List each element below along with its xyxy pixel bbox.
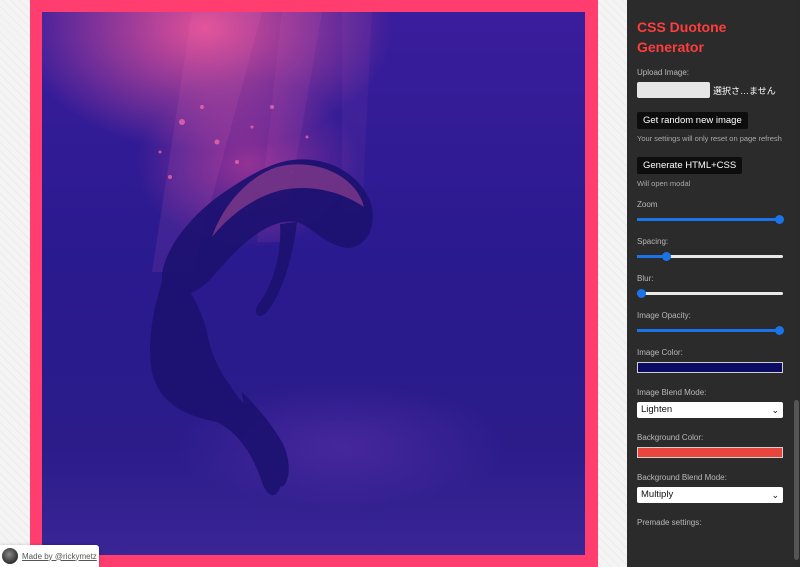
underwater-figure-illustration (150, 12, 373, 496)
image-color-label: Image Color: (637, 348, 683, 357)
settings-panel: CSS Duotone Generator Upload Image: 選択さ…… (627, 0, 793, 567)
generate-html-css-button[interactable]: Generate HTML+CSS (637, 157, 743, 174)
spacing-label: Spacing: (637, 237, 669, 246)
background-blend-value: Multiply (641, 489, 674, 500)
upload-control: 選択さ…ません (637, 82, 783, 98)
slider-handle[interactable] (775, 326, 784, 335)
slider-handle[interactable] (662, 252, 672, 261)
zoom-label: Zoom (637, 200, 658, 209)
chevron-down-icon: ⌄ (771, 405, 779, 415)
slider-fill (637, 329, 783, 332)
duotone-preview-frame (30, 0, 598, 567)
random-image-button[interactable]: Get random new image (637, 112, 748, 129)
slider-handle[interactable] (775, 215, 784, 224)
blur-label: Blur: (637, 274, 654, 283)
credit-link[interactable]: Made by @rickymetz (22, 552, 97, 561)
background-color-picker[interactable] (637, 447, 783, 458)
image-opacity-slider[interactable] (637, 325, 784, 335)
image-blend-select[interactable]: Lighten ⌄ (637, 402, 783, 418)
avatar (2, 548, 18, 564)
background-color-label: Background Color: (637, 433, 704, 442)
scrollbar-thumb[interactable] (794, 400, 799, 560)
panel-title: CSS Duotone Generator (637, 19, 727, 55)
slider-handle[interactable] (637, 289, 646, 298)
image-blend-value: Lighten (641, 404, 673, 415)
image-color-picker[interactable] (637, 362, 783, 373)
generate-note: Will open modal (637, 179, 691, 188)
slider-track (637, 292, 783, 295)
blur-slider[interactable] (637, 288, 783, 298)
chevron-down-icon: ⌄ (771, 490, 779, 500)
upload-label: Upload Image: (637, 68, 690, 77)
image-opacity-label: Image Opacity: (637, 311, 691, 320)
spacing-slider[interactable] (637, 251, 783, 261)
panel-scrollbar[interactable] (793, 0, 800, 567)
duotone-preview-image (42, 12, 585, 555)
background-blend-select[interactable]: Multiply ⌄ (637, 487, 783, 503)
choose-file-button[interactable] (637, 82, 710, 98)
background-blend-label: Background Blend Mode: (637, 473, 727, 482)
image-blend-label: Image Blend Mode: (637, 388, 707, 397)
slider-fill (637, 218, 783, 221)
file-status: 選択さ…ません (713, 85, 776, 96)
credit-badge[interactable]: Made by @rickymetz (0, 545, 99, 567)
random-note: Your settings will only reset on page re… (637, 134, 782, 143)
zoom-slider[interactable] (637, 214, 784, 224)
premade-settings-label: Premade settings: (637, 518, 702, 527)
